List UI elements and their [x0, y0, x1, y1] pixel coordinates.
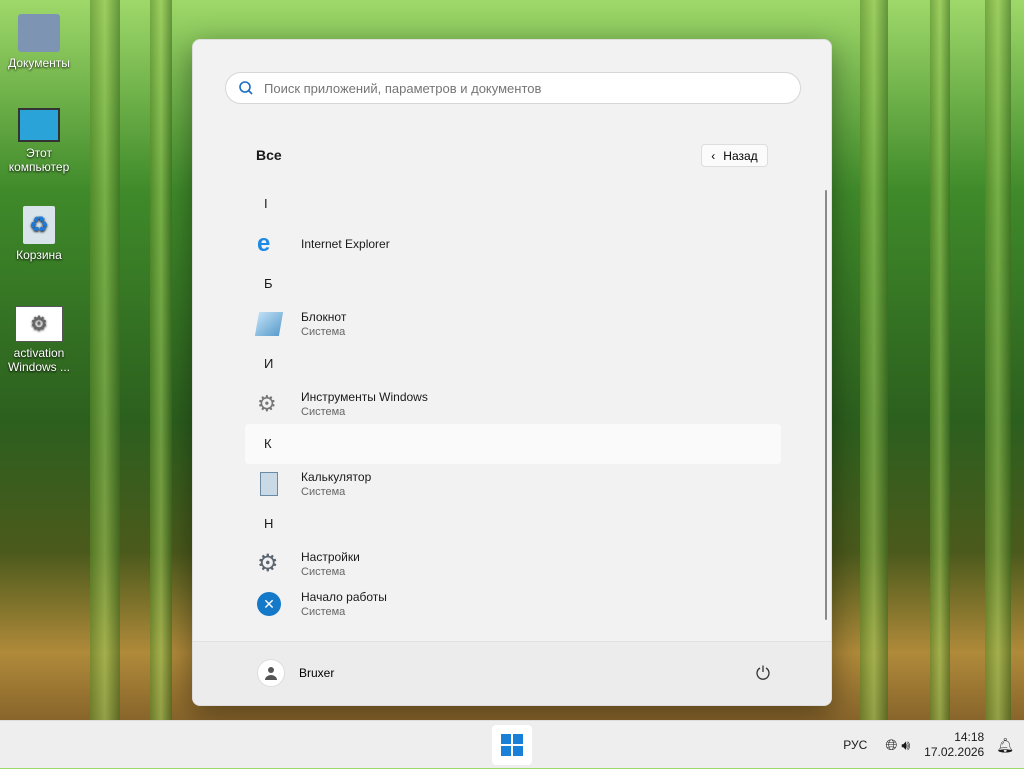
app-name: Калькулятор: [301, 470, 372, 484]
letter-header[interactable]: I: [245, 184, 781, 224]
app-subtitle: Система: [301, 606, 346, 618]
desktop-icon-this-pc[interactable]: Этот компьютер: [2, 108, 76, 174]
search-icon: [239, 81, 253, 95]
desktop-icon-label: Корзина: [16, 248, 62, 262]
scrollbar[interactable]: [825, 190, 827, 620]
app-name: Начало работы: [301, 590, 387, 604]
letter-header[interactable]: К: [245, 424, 781, 464]
letter-header[interactable]: Н: [245, 504, 781, 544]
windows-logo-icon: [501, 734, 523, 756]
app-get-started[interactable]: ✕ Начало работы Система: [245, 584, 781, 624]
app-subtitle: Система: [301, 406, 346, 418]
back-button[interactable]: ‹ Назад: [701, 144, 768, 167]
app-name: Блокнот: [301, 310, 347, 324]
app-name: Internet Explorer: [301, 237, 390, 251]
back-label: Назад: [723, 148, 758, 163]
notification-bell-icon[interactable]: 🔔︎: [996, 737, 1014, 754]
desktop-icon-label: Этот компьютер: [8, 146, 70, 174]
clock[interactable]: 14:18 17.02.2026: [924, 730, 984, 760]
app-windows-tools[interactable]: ⚙ Инструменты Windows Система: [245, 384, 781, 424]
monitor-icon: [18, 108, 60, 142]
chevron-left-icon: ‹: [711, 148, 716, 163]
user-button[interactable]: Bruxer: [257, 659, 334, 687]
volume-icon[interactable]: 🔊︎: [901, 737, 910, 754]
power-icon: [756, 665, 770, 680]
power-button[interactable]: [755, 664, 771, 685]
user-name: Bruxer: [299, 666, 335, 680]
notepad-icon: [254, 312, 284, 336]
folder-icon: [18, 14, 60, 52]
desktop-icon-label: Документы: [8, 56, 70, 70]
language-indicator[interactable]: РУС: [843, 738, 867, 752]
app-settings[interactable]: ⚙ Настройки Система: [245, 544, 781, 584]
system-tray: РУС 🌐︎ 🔊︎ 14:18 17.02.2026 🔔︎: [843, 721, 1024, 769]
section-title: Все: [256, 147, 282, 163]
desktop-icon-recycle-bin[interactable]: ♻ Корзина: [2, 206, 76, 262]
recycle-bin-icon: ♻: [23, 206, 55, 244]
user-avatar-icon: [257, 659, 285, 687]
app-calculator[interactable]: Калькулятор Система: [245, 464, 781, 504]
desktop-icon-label: activation Windows ...: [7, 346, 70, 374]
start-footer: Bruxer: [193, 641, 831, 705]
desktop-icon-documents[interactable]: Документы: [2, 14, 76, 70]
app-list: I e Internet Explorer Б Блокнот Система И …: [245, 184, 781, 624]
calculator-icon: [260, 472, 278, 496]
desktop-icon-activation[interactable]: ⚙ activation Windows ...: [2, 306, 76, 374]
app-subtitle: Система: [301, 486, 346, 498]
app-internet-explorer[interactable]: e Internet Explorer: [245, 224, 781, 264]
taskbar: РУС 🌐︎ 🔊︎ 14:18 17.02.2026 🔔︎: [0, 720, 1024, 768]
time: 14:18: [954, 730, 985, 744]
internet-explorer-icon: e: [257, 230, 271, 257]
app-name: Инструменты Windows: [301, 390, 428, 404]
search-box[interactable]: [225, 72, 801, 104]
letter-header[interactable]: Б: [245, 264, 781, 304]
start-button[interactable]: [492, 725, 532, 765]
date: 17.02.2026: [924, 745, 985, 759]
search-input[interactable]: [264, 80, 764, 96]
network-globe-icon[interactable]: 🌐︎: [885, 737, 897, 754]
app-name: Настройки: [301, 550, 360, 564]
app-subtitle: Система: [301, 326, 346, 338]
app-subtitle: Система: [301, 566, 346, 578]
start-menu: Все ‹ Назад I e Internet Explorer Б Блокно…: [192, 39, 832, 706]
windows-tools-icon: ⚙: [257, 391, 277, 416]
gears-icon: ⚙: [15, 306, 63, 342]
letter-header[interactable]: И: [245, 344, 781, 384]
settings-gear-icon: ⚙: [257, 550, 279, 577]
get-started-icon: ✕: [257, 592, 281, 616]
app-notepad[interactable]: Блокнот Система: [245, 304, 781, 344]
